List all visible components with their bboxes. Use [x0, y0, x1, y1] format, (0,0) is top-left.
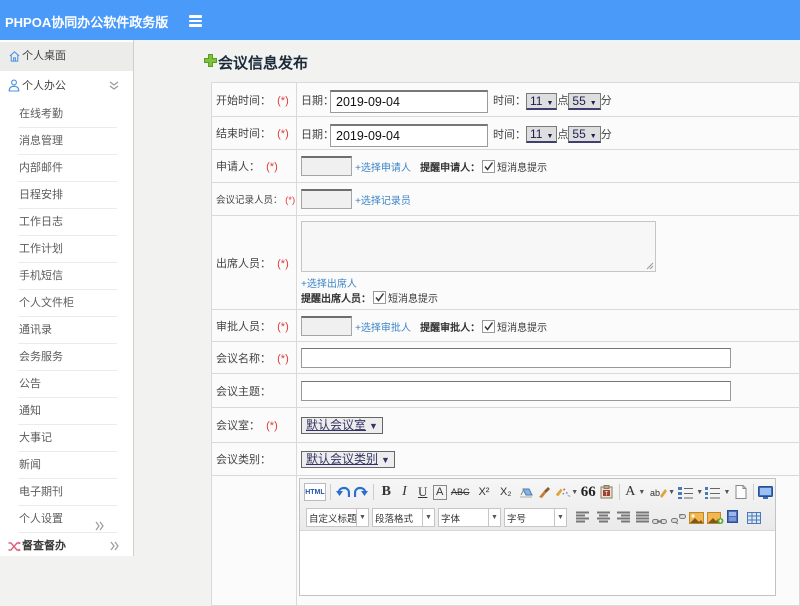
svg-text:ab: ab: [650, 488, 660, 498]
svg-text:T: T: [605, 492, 609, 498]
